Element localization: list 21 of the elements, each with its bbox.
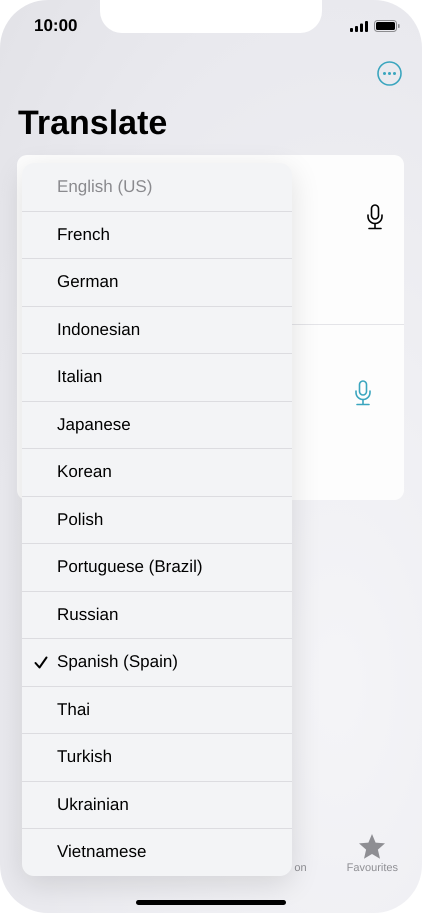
language-option[interactable]: German bbox=[22, 258, 292, 306]
language-option[interactable]: Turkish bbox=[22, 733, 292, 780]
star-icon[interactable] bbox=[358, 833, 386, 860]
language-option[interactable]: Ukrainian bbox=[22, 780, 292, 828]
language-option[interactable]: French bbox=[22, 210, 292, 258]
battery-icon bbox=[374, 20, 400, 32]
language-option[interactable]: Portuguese (Brazil) bbox=[22, 543, 292, 590]
language-option[interactable]: Italian bbox=[22, 353, 292, 400]
more-icon[interactable] bbox=[377, 61, 402, 86]
language-option[interactable]: Thai bbox=[22, 686, 292, 733]
status-time: 10:00 bbox=[34, 16, 78, 36]
page-title: Translate bbox=[18, 103, 168, 143]
language-option[interactable]: Polish bbox=[22, 496, 292, 543]
signal-icon bbox=[350, 20, 369, 32]
language-option[interactable]: Russian bbox=[22, 590, 292, 638]
language-option[interactable]: Japanese bbox=[22, 400, 292, 448]
language-option[interactable]: Spanish (Spain) bbox=[22, 638, 292, 686]
language-option[interactable]: Indonesian bbox=[22, 306, 292, 353]
language-option[interactable]: Vietnamese bbox=[22, 828, 292, 876]
language-option[interactable]: Korean bbox=[22, 448, 292, 496]
microphone-icon[interactable] bbox=[366, 204, 384, 230]
